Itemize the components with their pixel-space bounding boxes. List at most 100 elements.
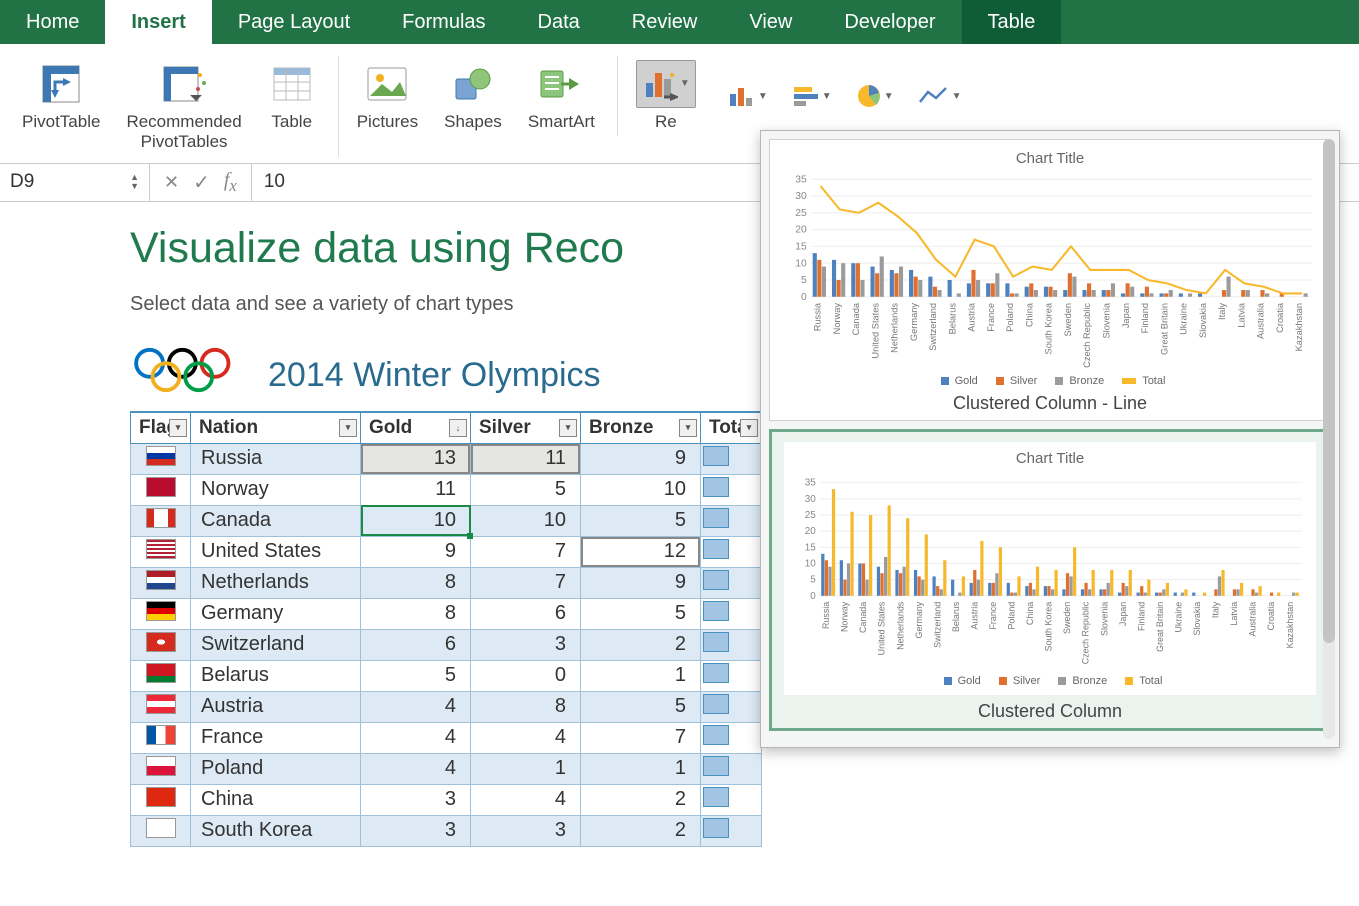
tab-home[interactable]: Home: [0, 0, 105, 44]
cell-gold[interactable]: 3: [361, 815, 471, 846]
column-chart-icon[interactable]: ▼: [724, 80, 772, 112]
col-silver[interactable]: Silver▾: [471, 412, 581, 444]
table-row[interactable]: United States9712: [131, 536, 762, 567]
cell-nation[interactable]: Germany: [191, 598, 361, 629]
recommended-charts-button[interactable]: ▼ Re: [628, 56, 704, 136]
recommended-pivot-button[interactable]: Recommended PivotTables: [118, 56, 249, 157]
pictures-button[interactable]: Pictures: [349, 56, 426, 136]
filter-icon[interactable]: ▾: [740, 419, 758, 437]
cell-nation[interactable]: Austria: [191, 691, 361, 722]
cell-silver[interactable]: 1: [471, 753, 581, 784]
cell-silver[interactable]: 11: [471, 443, 581, 474]
cell-bronze[interactable]: 2: [581, 815, 701, 846]
filter-icon[interactable]: ▾: [679, 419, 697, 437]
table-button[interactable]: Table: [260, 56, 324, 157]
col-bronze[interactable]: Bronze▾: [581, 412, 701, 444]
cell-silver[interactable]: 4: [471, 722, 581, 753]
medals-table[interactable]: Flag▾Nation▾Gold↓Silver▾Bronze▾Total▾ Ru…: [130, 411, 762, 847]
cell-nation[interactable]: Poland: [191, 753, 361, 784]
scrollbar-thumb[interactable]: [1323, 139, 1335, 643]
filter-icon[interactable]: ▾: [339, 419, 357, 437]
fx-icon[interactable]: fx: [224, 169, 237, 196]
filter-icon[interactable]: ▾: [559, 419, 577, 437]
cell-gold[interactable]: 11: [361, 474, 471, 505]
bar-chart-icon[interactable]: ▼: [788, 81, 836, 111]
tab-developer[interactable]: Developer: [818, 0, 961, 44]
cell-nation[interactable]: China: [191, 784, 361, 815]
table-row[interactable]: Belarus501: [131, 660, 762, 691]
cell-silver[interactable]: 8: [471, 691, 581, 722]
chart-card-clustered-column-line[interactable]: Chart Title 05101520253035RussiaNorwayCa…: [769, 139, 1331, 421]
table-row[interactable]: Netherlands879: [131, 567, 762, 598]
cell-bronze[interactable]: 7: [581, 722, 701, 753]
cell-nation[interactable]: Belarus: [191, 660, 361, 691]
accept-formula-icon[interactable]: ✓: [193, 170, 210, 195]
cell-bronze[interactable]: 10: [581, 474, 701, 505]
col-nation[interactable]: Nation▾: [191, 412, 361, 444]
cell-gold[interactable]: 4: [361, 722, 471, 753]
name-box[interactable]: D9 ▲▼: [0, 164, 150, 201]
cell-gold[interactable]: 6: [361, 629, 471, 660]
table-row[interactable]: Switzerland632: [131, 629, 762, 660]
cell-silver[interactable]: 3: [471, 815, 581, 846]
cell-silver[interactable]: 3: [471, 629, 581, 660]
cell-nation[interactable]: France: [191, 722, 361, 753]
table-row[interactable]: Poland411: [131, 753, 762, 784]
cell-silver[interactable]: 7: [471, 567, 581, 598]
tab-data[interactable]: Data: [512, 0, 606, 44]
cell-gold[interactable]: 9: [361, 536, 471, 567]
recommended-charts-dropdown[interactable]: Chart Title 05101520253035RussiaNorwayCa…: [760, 130, 1340, 748]
cell-silver[interactable]: 7: [471, 536, 581, 567]
col-total[interactable]: Total▾: [701, 412, 762, 444]
cell-gold[interactable]: 4: [361, 691, 471, 722]
table-row[interactable]: Austria485: [131, 691, 762, 722]
tab-formulas[interactable]: Formulas: [376, 0, 511, 44]
cell-nation[interactable]: United States: [191, 536, 361, 567]
cell-bronze[interactable]: 2: [581, 784, 701, 815]
cell-bronze[interactable]: 5: [581, 691, 701, 722]
cell-nation[interactable]: Switzerland: [191, 629, 361, 660]
cell-nation[interactable]: Norway: [191, 474, 361, 505]
tab-table[interactable]: Table: [962, 0, 1062, 44]
dropdown-scrollbar[interactable]: [1323, 139, 1335, 739]
shapes-button[interactable]: Shapes: [436, 56, 510, 136]
table-row[interactable]: Canada10105: [131, 505, 762, 536]
cell-bronze[interactable]: 12: [581, 536, 701, 567]
cell-nation[interactable]: South Korea: [191, 815, 361, 846]
table-row[interactable]: Norway11510: [131, 474, 762, 505]
cell-silver[interactable]: 5: [471, 474, 581, 505]
cell-nation[interactable]: Canada: [191, 505, 361, 536]
cell-silver[interactable]: 0: [471, 660, 581, 691]
table-row[interactable]: South Korea332: [131, 815, 762, 846]
table-row[interactable]: China342: [131, 784, 762, 815]
cell-gold[interactable]: 8: [361, 598, 471, 629]
cancel-formula-icon[interactable]: ✕: [164, 172, 179, 193]
filter-icon[interactable]: ▾: [169, 419, 187, 437]
cell-bronze[interactable]: 1: [581, 660, 701, 691]
cell-bronze[interactable]: 9: [581, 567, 701, 598]
cell-silver[interactable]: 4: [471, 784, 581, 815]
cell-gold[interactable]: 13: [361, 443, 471, 474]
tab-review[interactable]: Review: [606, 0, 724, 44]
col-gold[interactable]: Gold↓: [361, 412, 471, 444]
smartart-button[interactable]: SmartArt: [520, 56, 603, 136]
cell-bronze[interactable]: 9: [581, 443, 701, 474]
tab-view[interactable]: View: [723, 0, 818, 44]
cell-gold[interactable]: 5: [361, 660, 471, 691]
cell-gold[interactable]: 4: [361, 753, 471, 784]
cell-silver[interactable]: 10: [471, 505, 581, 536]
cell-nation[interactable]: Russia: [191, 443, 361, 474]
pie-chart-icon[interactable]: ▼: [852, 79, 898, 113]
chart-card-clustered-column[interactable]: Chart Title 05101520253035RussiaNorwayCa…: [769, 429, 1331, 731]
name-box-stepper[interactable]: ▲▼: [130, 173, 139, 191]
filter-icon[interactable]: ↓: [449, 419, 467, 437]
tab-insert[interactable]: Insert: [105, 0, 211, 44]
tab-page-layout[interactable]: Page Layout: [212, 0, 376, 44]
col-flag[interactable]: Flag▾: [131, 412, 191, 444]
cell-bronze[interactable]: 5: [581, 505, 701, 536]
line-chart-icon[interactable]: ▼: [914, 80, 966, 112]
cell-bronze[interactable]: 2: [581, 629, 701, 660]
table-row[interactable]: Germany865: [131, 598, 762, 629]
cell-nation[interactable]: Netherlands: [191, 567, 361, 598]
cell-gold[interactable]: 3: [361, 784, 471, 815]
